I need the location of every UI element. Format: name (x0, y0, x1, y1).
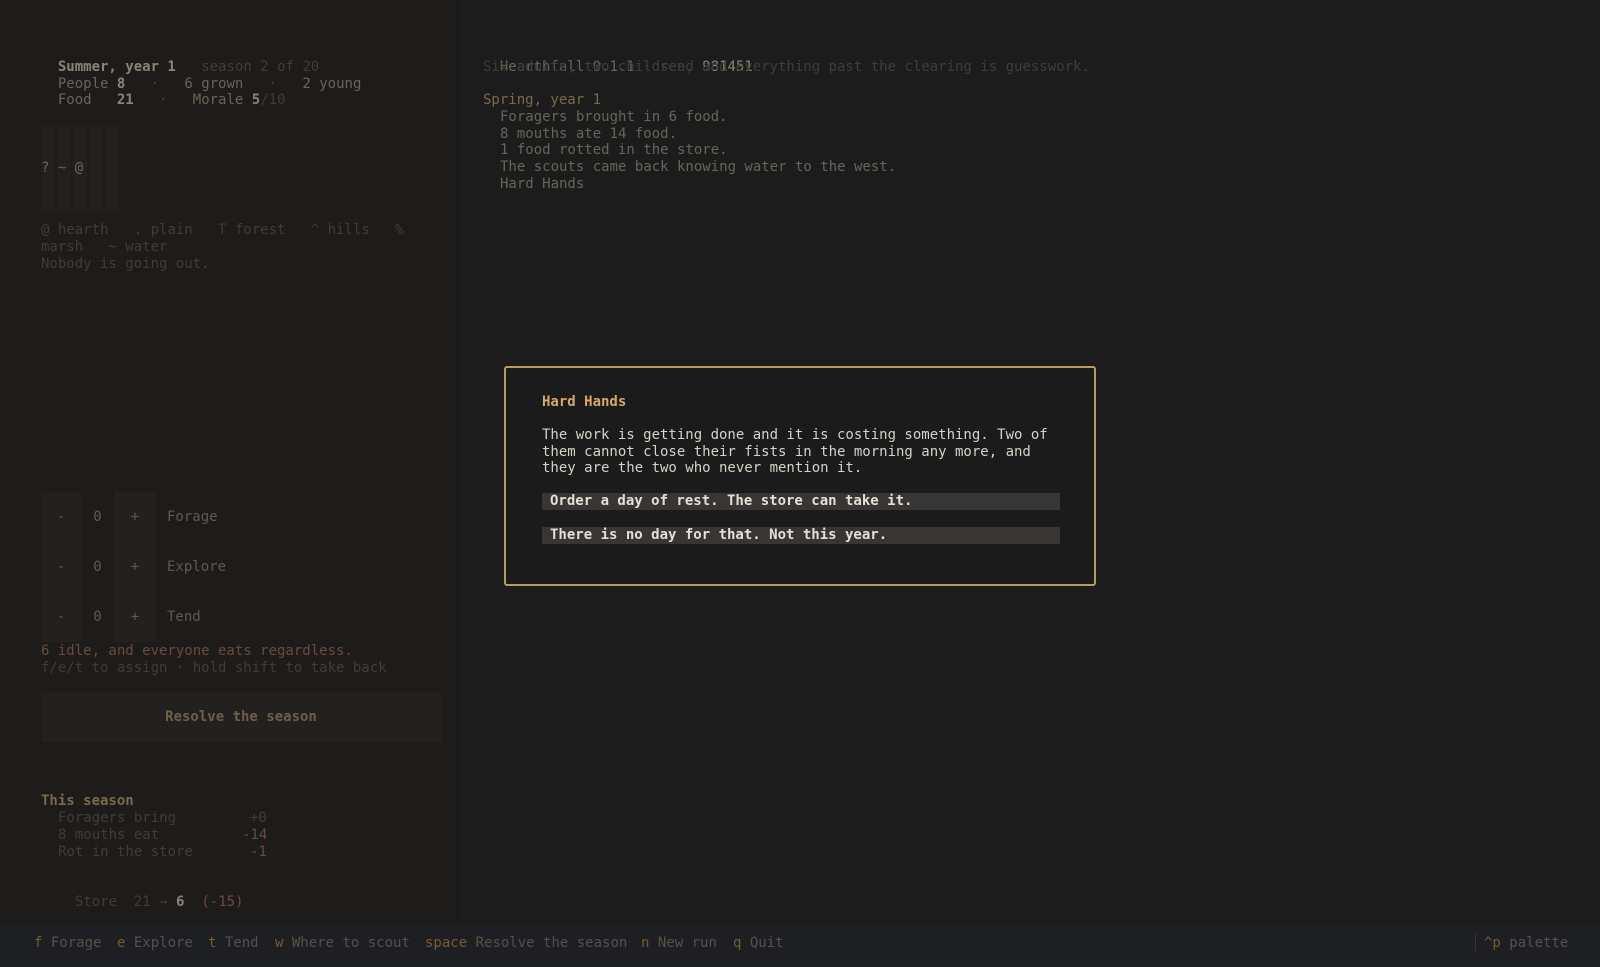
map-status: Nobody is going out. (41, 256, 210, 272)
status-food-line: Food 21 · Morale 5/10 (41, 75, 286, 108)
explore-decrement-button[interactable]: - (41, 542, 81, 592)
hint-label: Explore (133, 935, 193, 951)
forage-count: 0 (93, 509, 102, 525)
log-entry-title: Spring, year 1 (483, 92, 602, 108)
morale-max: /10 (260, 91, 286, 108)
hint-label: New run (657, 935, 717, 951)
summary-label: Foragers bring (58, 810, 177, 826)
modal-body: The work is getting done and it is costi… (542, 427, 1048, 477)
explore-increment-button[interactable]: + (114, 542, 156, 592)
hint-key: n (641, 935, 650, 951)
hint-key: ^p (1484, 935, 1501, 951)
bottom-keybar: f Forage e Explore t Tend w Where to sco… (0, 925, 1600, 967)
palette-divider (1475, 933, 1476, 951)
forage-label: Forage (167, 509, 218, 525)
forage-decrement-button[interactable]: - (41, 492, 81, 542)
hint-resolve[interactable]: space Resolve the season (425, 935, 627, 952)
store-delta: (-15) (201, 893, 244, 910)
map-legend: marsh ~ water (41, 239, 168, 255)
food-sep: · (159, 91, 168, 108)
summary-title: This season (41, 793, 134, 809)
event-modal: Hard Hands The work is getting done and … (504, 366, 1096, 586)
explore-count: 0 (93, 559, 102, 575)
hint-label: Resolve the season (475, 935, 628, 951)
hint-key: t (208, 935, 217, 951)
tend-count: 0 (93, 609, 102, 625)
hint-key: space (425, 935, 468, 951)
map-row: ? ~ @ (41, 160, 84, 176)
store-label: Store (74, 893, 118, 910)
hint-tend[interactable]: t Tend (208, 935, 259, 952)
young-count: 2 young (302, 75, 362, 92)
tend-increment-button[interactable]: + (114, 592, 156, 642)
map-legend: @ hearth . plain T forest ^ hills % (41, 222, 404, 238)
command-palette-button[interactable]: ^p palette (1484, 935, 1568, 952)
modal-option-rest[interactable]: Order a day of rest. The store can take … (542, 493, 1060, 510)
store-arrow: → (159, 893, 168, 910)
tend-label: Tend (167, 609, 201, 625)
idle-note: 6 idle, and everyone eats regardless. (41, 643, 353, 659)
hint-forage[interactable]: f Forage (34, 935, 101, 952)
food-value: 21 (116, 91, 134, 108)
resolve-season-button[interactable]: Resolve the season (41, 692, 441, 742)
summary-label: 8 mouths eat (58, 827, 160, 843)
modal-option-no-rest[interactable]: There is no day for that. Not this year. (542, 527, 1060, 544)
explore-label: Explore (167, 559, 227, 575)
food-label: Food (57, 91, 92, 108)
hint-key: e (117, 935, 126, 951)
summary-value: -14 (242, 827, 268, 843)
log-entry-line: The scouts came back knowing water to th… (500, 159, 897, 175)
log-entry-line: 8 mouths ate 14 food. (500, 126, 678, 142)
summary-label: Rot in the store (58, 844, 193, 860)
hint-scout[interactable]: w Where to scout (275, 935, 410, 952)
tend-decrement-button[interactable]: - (41, 592, 81, 642)
hint-label: Quit (749, 935, 784, 951)
hint-key: f (34, 935, 43, 951)
option-label: There is no day for that. Not this year. (550, 527, 888, 543)
summary-value: -1 (250, 844, 267, 860)
hint-key: w (275, 935, 284, 951)
store-projection: Store 21 → 6 (-15) (58, 877, 244, 910)
log-intro: Six adults, two children, and everything… (483, 59, 1090, 75)
morale-value: 5 (251, 91, 261, 108)
option-label: Order a day of rest. The store can take … (550, 493, 913, 509)
hint-quit[interactable]: q Quit (733, 935, 784, 952)
hint-label: Tend (224, 935, 259, 951)
log-entry-line: Foragers brought in 6 food. (500, 109, 728, 125)
summary-value: +0 (250, 810, 267, 826)
hint-label: Where to scout (291, 935, 410, 951)
forage-increment-button[interactable]: + (114, 492, 156, 542)
modal-title: Hard Hands (542, 394, 627, 410)
log-entry-line: Hard Hands (500, 176, 585, 192)
map-grid[interactable]: ? ~ @ (41, 127, 119, 211)
log-entry-line: 1 food rotted in the store. (500, 142, 728, 158)
hint-label: Forage (50, 935, 102, 951)
hint-new-run[interactable]: n New run (641, 935, 717, 952)
morale-label: Morale (192, 91, 244, 108)
hint-label: palette (1509, 935, 1569, 951)
assign-hint: f/e/t to assign · hold shift to take bac… (41, 660, 387, 676)
hint-key: q (733, 935, 742, 951)
store-to: 6 (176, 893, 185, 910)
hint-explore[interactable]: e Explore (117, 935, 193, 952)
store-from: 21 (133, 893, 151, 910)
